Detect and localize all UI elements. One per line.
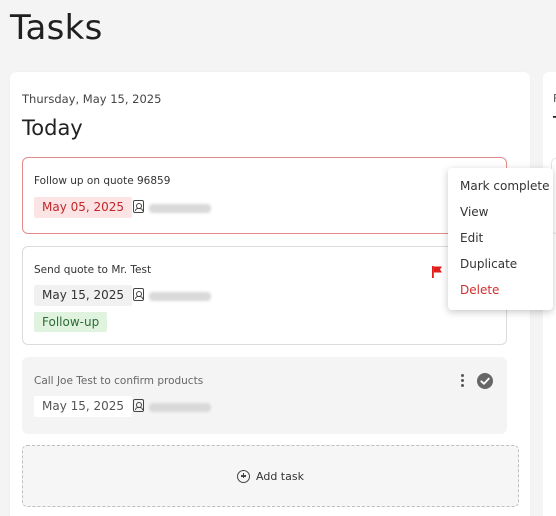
column-date: Thursday, May 15, 2025 bbox=[22, 92, 162, 106]
tag-chip-follow-up[interactable]: Follow-up bbox=[34, 312, 108, 332]
assignee-icon bbox=[133, 200, 144, 213]
more-vertical-icon[interactable] bbox=[459, 374, 465, 388]
task-title[interactable]: Send quote to Mr. Test bbox=[34, 264, 151, 276]
menu-item-mark-complete[interactable]: Mark complete bbox=[448, 173, 553, 199]
task-title[interactable]: Follow up on quote 96859 bbox=[34, 175, 170, 187]
red-flag-icon[interactable] bbox=[431, 264, 443, 278]
assignee-name-redacted bbox=[149, 292, 211, 301]
task-card-completed[interactable]: Call Joe Test to confirm products May 15… bbox=[22, 357, 507, 434]
menu-item-duplicate[interactable]: Duplicate bbox=[448, 251, 553, 277]
page-title: Tasks bbox=[10, 8, 103, 48]
check-circle-icon[interactable] bbox=[477, 373, 493, 389]
assignee-icon bbox=[133, 399, 144, 412]
add-task-button[interactable]: Add task bbox=[22, 445, 519, 507]
menu-item-edit[interactable]: Edit bbox=[448, 225, 553, 251]
menu-item-view[interactable]: View bbox=[448, 199, 553, 225]
due-date-chip: May 05, 2025 bbox=[34, 197, 133, 218]
plus-circle-icon bbox=[237, 469, 251, 483]
column-title: Today bbox=[22, 116, 83, 140]
assignee-name-redacted bbox=[149, 204, 211, 213]
due-date-chip: May 15, 2025 bbox=[34, 396, 133, 417]
task-card[interactable]: Send quote to Mr. Test May 15, 2025 Foll… bbox=[22, 246, 507, 345]
due-date-chip: May 15, 2025 bbox=[34, 285, 133, 306]
menu-item-delete[interactable]: Delete bbox=[448, 277, 553, 303]
task-context-menu: Mark complete View Edit Duplicate Delete bbox=[448, 168, 553, 310]
task-card[interactable]: Follow up on quote 96859 May 05, 2025 bbox=[22, 157, 507, 234]
task-title[interactable]: Call Joe Test to confirm products bbox=[34, 375, 203, 387]
add-task-label: Add task bbox=[256, 469, 304, 483]
assignee-name-redacted bbox=[149, 403, 211, 412]
assignee-icon bbox=[133, 288, 144, 301]
